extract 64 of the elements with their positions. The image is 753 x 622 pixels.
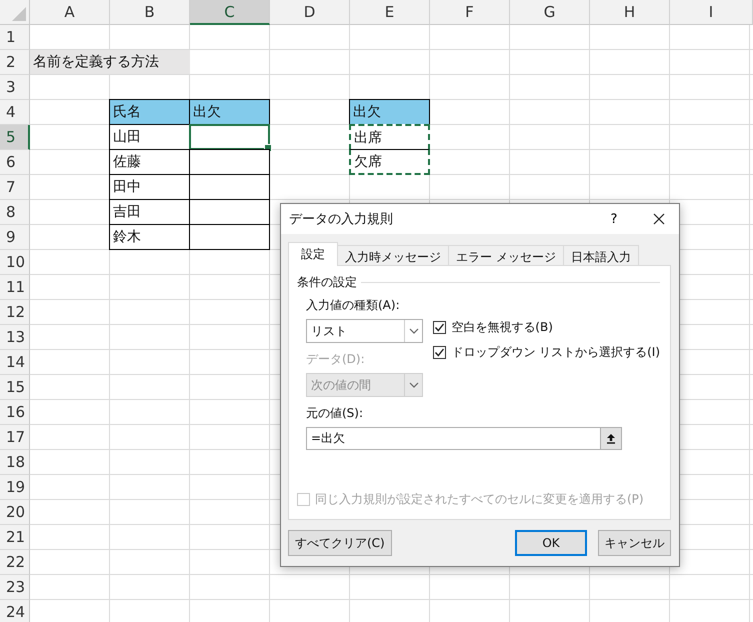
- row-header[interactable]: 22: [0, 550, 30, 575]
- cancel-button[interactable]: キャンセル: [598, 530, 671, 556]
- row-header[interactable]: 6: [0, 150, 30, 175]
- source-field[interactable]: =出欠: [306, 427, 600, 450]
- close-icon: [653, 213, 665, 225]
- row-header[interactable]: 2: [0, 50, 30, 75]
- row-header[interactable]: 9: [0, 225, 30, 250]
- column-header[interactable]: D: [270, 0, 350, 25]
- row-header[interactable]: 8: [0, 200, 30, 225]
- clear-button[interactable]: すべてクリア(C): [288, 530, 392, 556]
- row-header[interactable]: 23: [0, 575, 30, 600]
- field-label: データ(D):: [306, 351, 366, 368]
- checkbox[interactable]: [433, 346, 446, 359]
- table-cell: 出欠: [349, 99, 430, 125]
- row-header[interactable]: 10: [0, 250, 30, 275]
- row-header[interactable]: 14: [0, 350, 30, 375]
- help-button[interactable]: ?: [599, 206, 629, 232]
- column-header[interactable]: C: [190, 0, 270, 25]
- checkbox-label: ドロップダウン リストから選択する(I): [451, 344, 660, 361]
- row-header[interactable]: 13: [0, 325, 30, 350]
- row-header[interactable]: 12: [0, 300, 30, 325]
- row-header[interactable]: 20: [0, 500, 30, 525]
- column-header[interactable]: E: [350, 0, 430, 25]
- checkbox-label: 空白を無視する(B): [451, 319, 553, 336]
- row-header[interactable]: 15: [0, 375, 30, 400]
- chevron-down-icon: [408, 382, 419, 388]
- table-cell: 出席: [349, 124, 430, 150]
- row-header[interactable]: 11: [0, 275, 30, 300]
- column-header[interactable]: F: [430, 0, 510, 25]
- row-header[interactable]: 7: [0, 175, 30, 200]
- table-cell: 名前を定義する方法: [30, 50, 190, 75]
- column-header[interactable]: H: [590, 0, 670, 25]
- field-label: 元の値(S):: [305, 405, 364, 422]
- row-header[interactable]: 17: [0, 425, 30, 450]
- row-header[interactable]: 18: [0, 450, 30, 475]
- dialog-title: データの入力規則: [289, 211, 394, 228]
- tab[interactable]: 日本語入力: [562, 245, 639, 266]
- tab[interactable]: 設定: [288, 242, 338, 266]
- row-header[interactable]: 5: [0, 125, 30, 150]
- row-header[interactable]: 19: [0, 475, 30, 500]
- row-header[interactable]: 3: [0, 75, 30, 100]
- tab[interactable]: 入力時メッセージ: [337, 245, 449, 266]
- column-header[interactable]: I: [670, 0, 753, 25]
- collapse-button[interactable]: [600, 427, 622, 450]
- table-cell: 氏名: [109, 99, 190, 125]
- column-header[interactable]: G: [510, 0, 590, 25]
- row-header[interactable]: 1: [0, 25, 30, 50]
- group-label: 条件の設定: [297, 274, 357, 291]
- ok-button[interactable]: OK: [515, 530, 587, 556]
- table-cell: 欠席: [349, 149, 430, 175]
- arrow-up-icon: [606, 433, 616, 444]
- row-header[interactable]: 24: [0, 600, 30, 622]
- row-header[interactable]: 4: [0, 100, 30, 125]
- checkbox[interactable]: [433, 321, 446, 334]
- table-cell: 鈴木: [109, 224, 190, 250]
- dropdown[interactable]: リスト: [306, 319, 424, 343]
- column-header[interactable]: B: [110, 0, 190, 25]
- column-header[interactable]: A: [30, 0, 110, 25]
- row-header[interactable]: 16: [0, 400, 30, 425]
- field-label: 入力値の種類(A):: [306, 297, 401, 314]
- row-header[interactable]: 21: [0, 525, 30, 550]
- checkbox-label: 同じ入力規則が設定されたすべてのセルに変更を適用する(P): [315, 491, 644, 508]
- chevron-down-icon: [408, 328, 419, 334]
- table-cell: 出欠: [189, 99, 270, 125]
